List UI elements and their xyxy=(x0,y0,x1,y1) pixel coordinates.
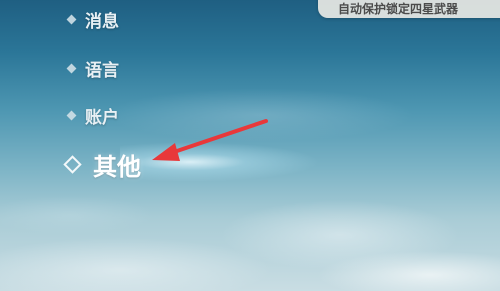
diamond-outline-icon xyxy=(63,155,82,174)
diamond-bullet-icon xyxy=(66,14,77,25)
menu-item-other-selected[interactable]: 其他 xyxy=(63,147,141,182)
diamond-bullet-icon xyxy=(66,63,77,74)
auto-lock-notice-banner: 自动保护锁定四星武器 xyxy=(318,0,500,18)
settings-side-menu: 消息 语言 账户 其他 xyxy=(0,0,250,190)
menu-item-label: 消息 xyxy=(85,12,119,32)
menu-item-account[interactable]: 账户 xyxy=(66,103,119,128)
notice-text: 自动保护锁定四星武器 xyxy=(338,2,459,16)
menu-item-label: 账户 xyxy=(85,108,119,128)
menu-item-language[interactable]: 语言 xyxy=(66,56,119,81)
diamond-bullet-icon xyxy=(66,110,77,121)
menu-item-messages[interactable]: 消息 xyxy=(66,7,119,32)
menu-item-label: 语言 xyxy=(85,61,119,81)
menu-item-label: 其他 xyxy=(93,153,141,181)
